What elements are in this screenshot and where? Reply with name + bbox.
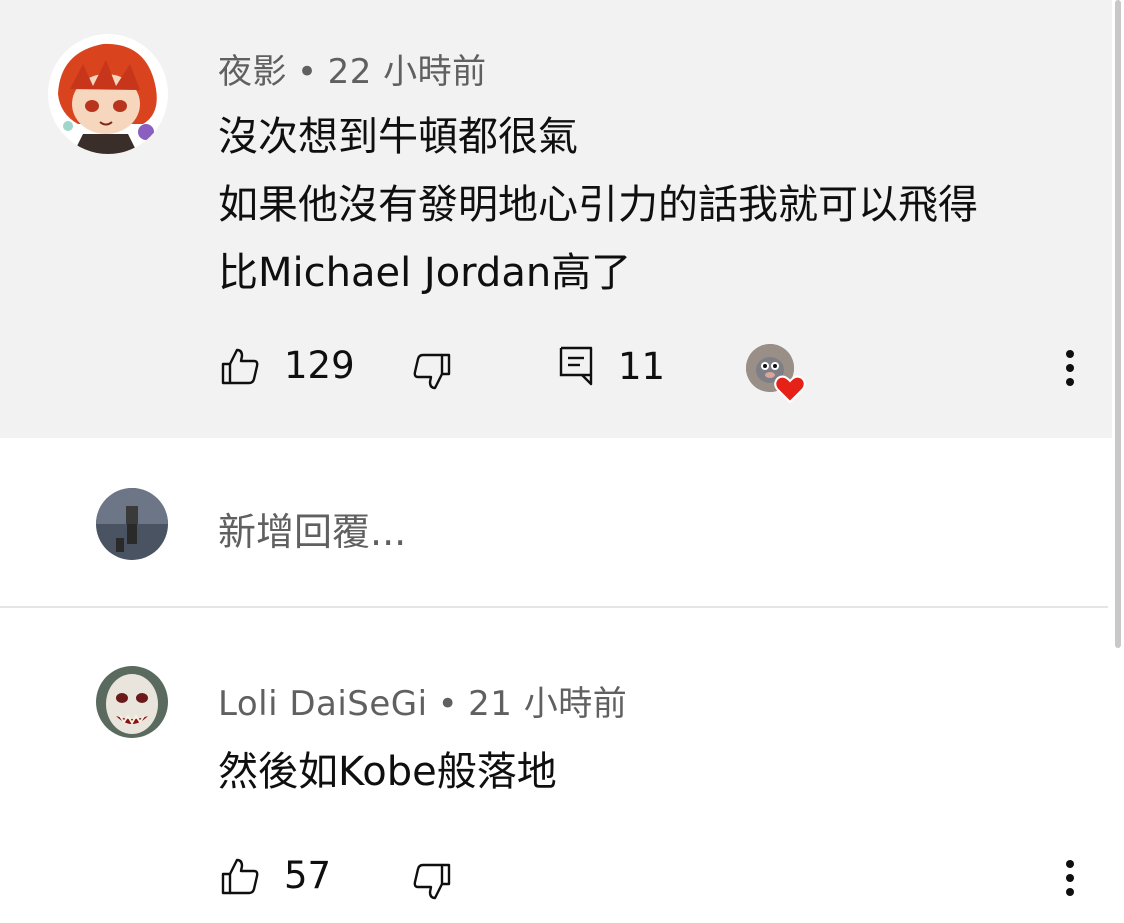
comments-page: 夜影 • 22 小時前 沒次想到牛頓都很氣 如果他沒有發明地心引力的話我就可以飛得 … xyxy=(0,0,1124,923)
comment-meta: 夜影 • 22 小時前 xyxy=(218,44,487,93)
comment-time: 22 小時前 xyxy=(327,52,487,92)
scrollbar-thumb[interactable] xyxy=(1115,0,1121,648)
comment-line: 比Michael Jordan高了 xyxy=(218,250,632,296)
avatar[interactable] xyxy=(96,666,168,738)
anime-avatar-icon xyxy=(48,34,168,154)
user-avatar xyxy=(96,488,168,560)
dislike-button[interactable] xyxy=(412,352,452,392)
comment-line: 然後如Kobe般落地 xyxy=(218,749,557,795)
more-vertical-icon[interactable] xyxy=(1064,350,1076,392)
avatar[interactable] xyxy=(48,34,168,154)
like-button[interactable]: 129 xyxy=(220,344,355,387)
creator-heart-badge xyxy=(746,344,806,404)
user-avatar-icon xyxy=(96,488,168,560)
comment-body: 然後如Kobe般落地 xyxy=(218,738,557,806)
thumbs-down-icon xyxy=(412,862,452,902)
meta-separator: • xyxy=(297,52,318,92)
heart-icon xyxy=(774,374,806,408)
comment-body: 沒次想到牛頓都很氣 如果他沒有發明地心引力的話我就可以飛得 比Michael J… xyxy=(218,103,978,307)
like-count: 129 xyxy=(284,344,355,387)
scrollbar[interactable] xyxy=(1112,0,1124,923)
comment-line: 沒次想到牛頓都很氣 xyxy=(218,114,578,160)
reply-input-row: 新增回覆... xyxy=(0,438,1124,606)
reply-button[interactable]: 11 xyxy=(558,344,665,388)
clown-avatar-icon xyxy=(96,666,168,738)
comment-icon xyxy=(558,344,594,388)
comment-thread-highlighted: 夜影 • 22 小時前 沒次想到牛頓都很氣 如果他沒有發明地心引力的話我就可以飛得 … xyxy=(0,0,1124,438)
comment-meta: Loli DaiSeGi • 21 小時前 xyxy=(218,676,627,725)
comment-time: 21 小時前 xyxy=(468,684,628,724)
reply-input[interactable]: 新增回覆... xyxy=(218,501,406,556)
divider xyxy=(0,606,1108,608)
dislike-button[interactable] xyxy=(412,862,452,902)
reply-count: 11 xyxy=(618,344,666,388)
thumbs-down-icon xyxy=(412,352,452,392)
like-count: 57 xyxy=(284,854,332,897)
meta-separator: • xyxy=(437,684,459,724)
more-vertical-icon[interactable] xyxy=(1064,860,1076,902)
author-name[interactable]: 夜影 xyxy=(218,52,287,92)
like-button[interactable]: 57 xyxy=(220,854,331,897)
comment-line: 如果他沒有發明地心引力的話我就可以飛得 xyxy=(218,182,978,228)
thumbs-up-icon xyxy=(220,346,260,386)
author-name[interactable]: Loli DaiSeGi xyxy=(218,684,428,724)
thumbs-up-icon xyxy=(220,856,260,896)
